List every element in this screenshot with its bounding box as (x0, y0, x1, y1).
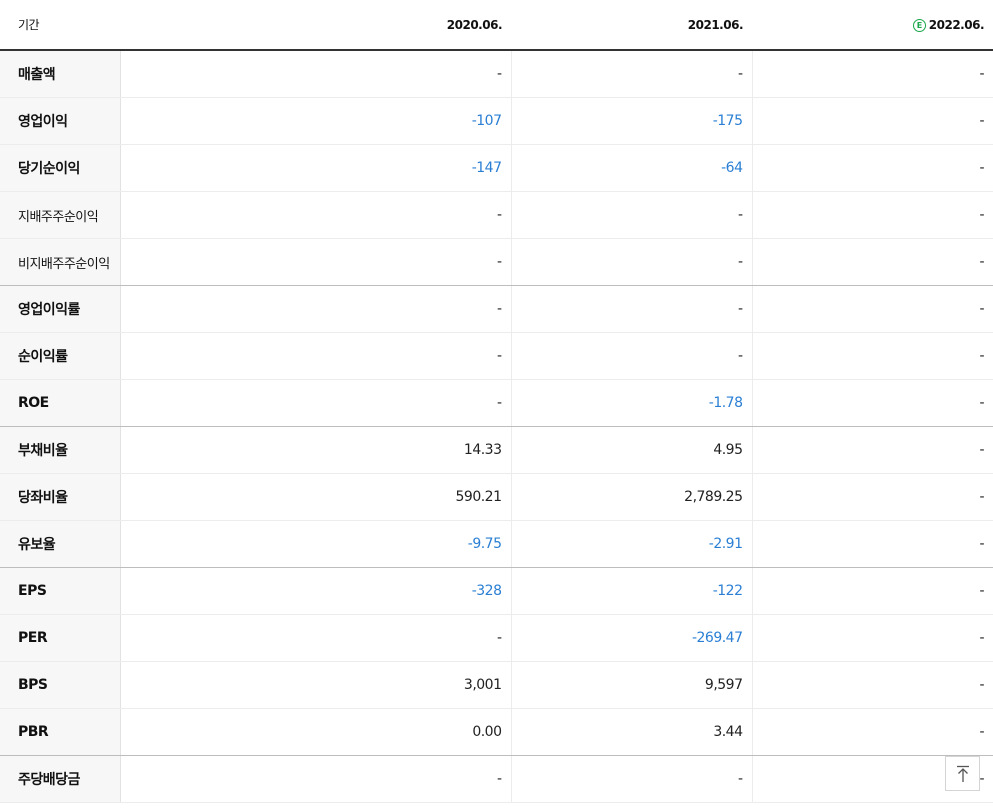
year-header-2022: E 2022.06. (752, 0, 993, 51)
table-row: PBR 0.00 3.44- (0, 708, 993, 756)
table-row: EPS -328 -122- (0, 567, 993, 615)
table-cell: - (752, 191, 993, 239)
table-row: 주당배당금 - - - (0, 755, 993, 803)
table-cell: - (120, 238, 512, 286)
row-label: 지배주주순이익 (0, 191, 121, 239)
table-cell: - (752, 567, 993, 615)
table-cell: - (120, 285, 512, 333)
table-row: 비지배주주순이익 - - - (0, 238, 993, 286)
table-cell: -107 (120, 97, 512, 145)
year-header-2020: 2020.06. (120, 0, 511, 51)
table-cell: - (752, 473, 993, 521)
table-cell: - (752, 661, 993, 709)
table-cell: - (752, 144, 993, 192)
table-row: 순이익률 - - - (0, 332, 993, 380)
estimate-icon: E (912, 18, 926, 32)
table-cell: - (511, 285, 753, 333)
table-cell: 3,001 (120, 661, 512, 709)
table-cell: 2,789.25 (511, 473, 753, 521)
table-cell: - (752, 708, 993, 756)
table-row: 영업이익 -107 -175- (0, 97, 993, 145)
table-row: ROE - -1.78- (0, 379, 993, 427)
table-row: BPS 3,001 9,597- (0, 661, 993, 709)
table-cell: -147 (120, 144, 512, 192)
table-cell: - (511, 50, 753, 98)
row-label: ROE (0, 379, 121, 427)
table-row: 영업이익률 - - - (0, 285, 993, 333)
row-label: EPS (0, 567, 121, 615)
table-cell: - (511, 238, 753, 286)
year-header-2021: 2021.06. (511, 0, 752, 51)
row-label: 비지배주주순이익 (0, 238, 121, 286)
table-cell: -2.91 (511, 520, 753, 568)
table-cell: - (120, 332, 512, 380)
table-cell: - (752, 285, 993, 333)
table-cell: -1.78 (511, 379, 753, 427)
table-cell: - (511, 191, 753, 239)
table-cell: - (752, 379, 993, 427)
table-row: 당좌비율 590.21 2,789.25- (0, 473, 993, 521)
table-cell: -122 (511, 567, 753, 615)
table-cell: -175 (511, 97, 753, 145)
row-label: 부채비율 (0, 426, 121, 474)
row-label: 당좌비율 (0, 473, 121, 521)
table-cell: 590.21 (120, 473, 512, 521)
table-cell: - (752, 332, 993, 380)
table-cell: - (752, 426, 993, 474)
table-row: 당기순이익 -147 -64- (0, 144, 993, 192)
header-row: 기간 2020.06. 2021.06. E 2022.06. (0, 0, 993, 51)
row-label: 주당배당금 (0, 755, 121, 803)
year-header-2022-label: 2022.06. (928, 17, 985, 32)
financial-summary-table: 기간 2020.06. 2021.06. E 2022.06. 매출액 - - - 영업이… (0, 0, 993, 803)
table-row: 유보율 -9.75 -2.91- (0, 520, 993, 568)
row-label: BPS (0, 661, 121, 709)
table-cell: -9.75 (120, 520, 512, 568)
table-row: 부채비율 14.33 4.95- (0, 426, 993, 474)
table-cell: - (120, 50, 512, 98)
table-cell: - (511, 755, 753, 803)
table-cell: - (752, 97, 993, 145)
table-cell: 3.44 (511, 708, 753, 756)
table-cell: -269.47 (511, 614, 753, 662)
table-cell: - (752, 50, 993, 98)
scroll-top-button[interactable] (945, 756, 980, 791)
table-cell: 14.33 (120, 426, 512, 474)
row-label: 유보율 (0, 520, 121, 568)
table-cell: 4.95 (511, 426, 753, 474)
table-cell: - (120, 191, 512, 239)
table-cell: 0.00 (120, 708, 512, 756)
table-cell: 9,597 (511, 661, 753, 709)
table-cell: - (120, 755, 512, 803)
arrow-up-to-line-icon (956, 765, 969, 782)
row-label: PER (0, 614, 121, 662)
period-header: 기간 (0, 0, 120, 51)
row-label: 매출액 (0, 50, 121, 98)
table-row: PER - -269.47- (0, 614, 993, 662)
table-row: 매출액 - - - (0, 50, 993, 98)
table-cell: - (120, 379, 512, 427)
table-cell: - (511, 332, 753, 380)
table-row: 지배주주순이익 - - - (0, 191, 993, 239)
row-label: 영업이익률 (0, 285, 121, 333)
table-cell: -328 (120, 567, 512, 615)
row-label: 영업이익 (0, 97, 121, 145)
table-cell: - (120, 614, 512, 662)
table-cell: -64 (511, 144, 753, 192)
table-cell: - (752, 520, 993, 568)
row-label: 순이익률 (0, 332, 121, 380)
table-cell: - (752, 614, 993, 662)
table-cell: - (752, 238, 993, 286)
row-label: PBR (0, 708, 121, 756)
row-label: 당기순이익 (0, 144, 121, 192)
